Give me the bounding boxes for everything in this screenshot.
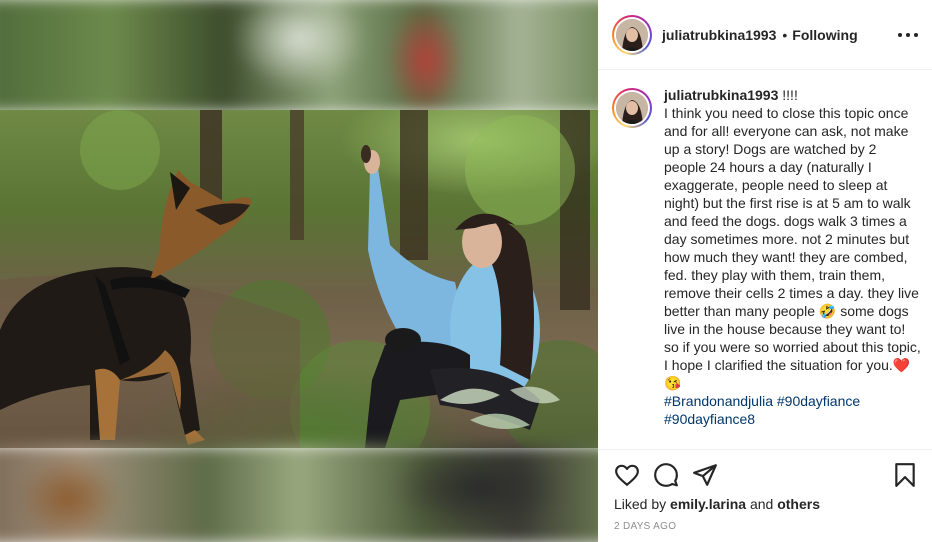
liked-by-text: Liked by emily.larina and others [614,496,820,512]
more-options-icon[interactable] [898,26,918,44]
post-photo-area [0,0,598,542]
hashtag-link[interactable]: #90dayfiance8 [664,411,755,427]
liked-by-prefix: Liked by [614,496,667,512]
caption-hashtags: #Brandonandjulia #90dayfiance #90dayfian… [664,393,860,427]
post-author-username[interactable]: juliatrubkina1993 [662,27,776,43]
avatar[interactable] [612,14,652,55]
photo-blurred-bottom [0,445,598,542]
post-side-panel: juliatrubkina1993 • Following juliatrubk… [598,0,932,542]
action-icons [614,462,918,490]
caption-username[interactable]: juliatrubkina1993 [664,87,778,103]
separator-dot: • [782,26,788,43]
post-timestamp[interactable]: 2 DAYS AGO [614,521,676,532]
bookmark-icon[interactable] [892,462,918,488]
caption-avatar[interactable] [612,88,652,128]
caption: juliatrubkina1993 !!!! I think you need … [612,86,922,428]
caption-body: I think you need to close this topic onc… [664,105,921,391]
post-actions: Liked by emily.larina and others 2 DAYS … [598,449,932,542]
avatar-image [616,92,648,124]
caption-exclaim: !!!! [778,87,798,103]
post-header: juliatrubkina1993 • Following [598,0,932,70]
comment-icon[interactable] [653,462,679,488]
photo-illustration [0,110,598,448]
heart-icon[interactable] [614,462,640,488]
caption-text: juliatrubkina1993 !!!! I think you need … [664,86,922,428]
liked-by-and: and [749,496,774,512]
paper-plane-icon[interactable] [692,462,718,488]
photo-blurred-top [0,0,598,113]
hashtag-link[interactable]: #90dayfiance [777,393,860,409]
liked-by-others-link[interactable]: others [777,496,820,512]
post-photo[interactable] [0,110,598,448]
following-button[interactable]: Following [792,27,857,43]
liked-by-user-link[interactable]: emily.larina [670,496,746,512]
hashtag-link[interactable]: #Brandonandjulia [664,393,773,409]
avatar-image [616,18,648,51]
